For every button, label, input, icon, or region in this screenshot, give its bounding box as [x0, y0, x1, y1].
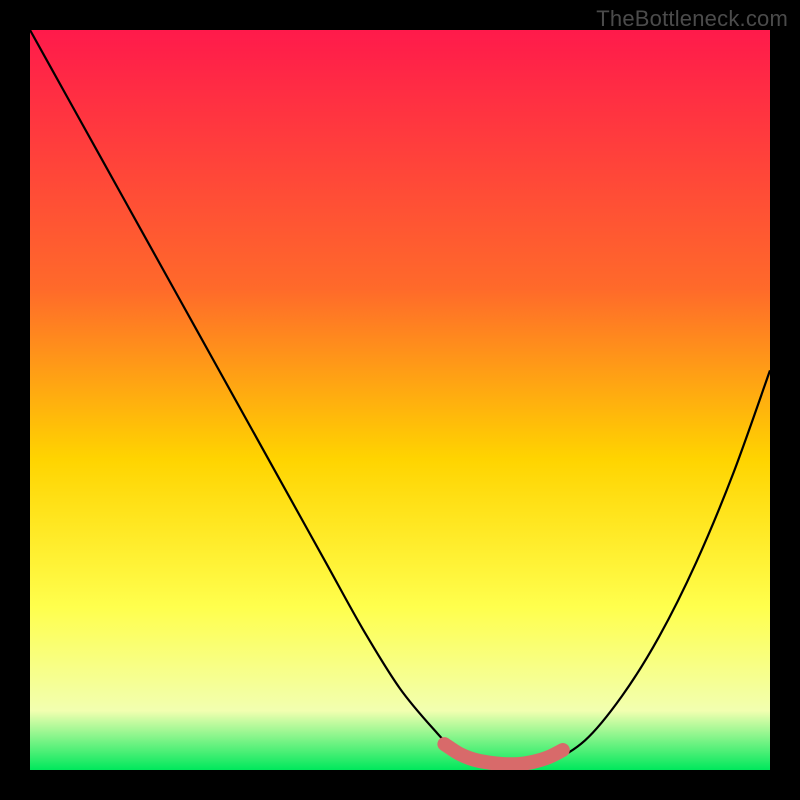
chart-frame: TheBottleneck.com [0, 0, 800, 800]
watermark: TheBottleneck.com [596, 6, 788, 32]
gradient-background [30, 30, 770, 770]
chart-svg [30, 30, 770, 770]
plot-area [30, 30, 770, 770]
